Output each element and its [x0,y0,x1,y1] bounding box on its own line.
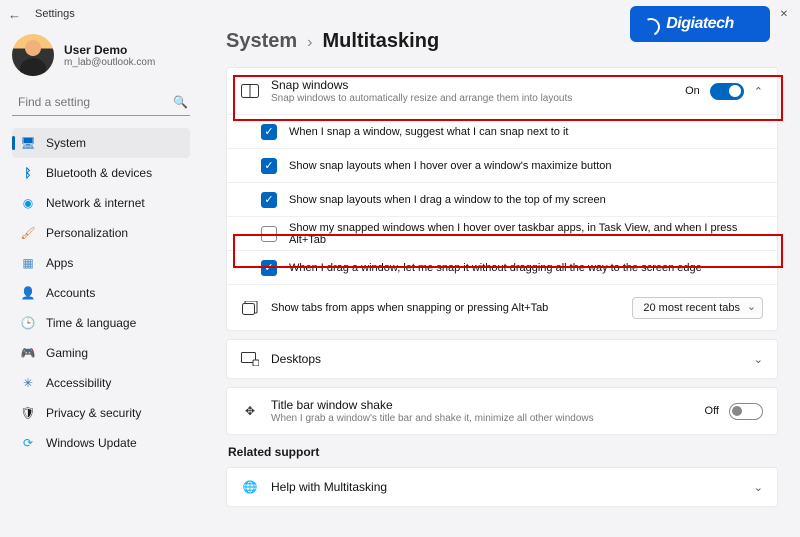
bluetooth-icon: ᛒ [20,165,36,181]
shake-desc: When I grab a window's title bar and sha… [271,413,693,424]
chevron-up-icon[interactable]: ⌃ [754,85,763,98]
window-title: Settings [35,8,75,20]
apps-icon: ▦ [20,255,36,271]
sidebar-item-accessibility[interactable]: ✳ Accessibility [12,368,190,398]
toggle-label: Off [705,405,719,417]
user-account-row[interactable]: User Demo m_lab@outlook.com [12,34,190,76]
cursor-icon: ✥ [241,402,259,420]
checkbox-icon[interactable]: ✓ [261,124,277,140]
desktops-card[interactable]: Desktops ⌄ [226,339,778,379]
help-label: Help with Multitasking [271,480,742,494]
update-icon: ⟳ [20,435,36,451]
back-button[interactable]: ← [8,7,21,22]
show-tabs-label: Show tabs from apps when snapping or pre… [271,302,620,314]
brand-watermark: Digiatech [630,6,770,42]
sidebar-item-bluetooth[interactable]: ᛒ Bluetooth & devices [12,158,190,188]
sidebar-item-label: Time & language [46,316,136,330]
sidebar-item-label: System [46,136,86,150]
sidebar-item-label: Accounts [46,286,95,300]
close-button[interactable]: ✕ [776,9,792,20]
option-label: Show snap layouts when I hover over a wi… [289,160,612,172]
avatar [12,34,54,76]
sidebar-item-update[interactable]: ⟳ Windows Update [12,428,190,458]
brush-icon: 🖌 [20,225,36,241]
page-title: Multitasking [322,30,439,53]
sidebar-item-label: Privacy & security [46,406,141,420]
help-card[interactable]: 🌐 Help with Multitasking ⌄ [226,467,778,507]
snap-toggle[interactable] [710,83,744,100]
option-label: Show snap layouts when I drag a window t… [289,194,606,206]
snap-option-row[interactable]: Show my snapped windows when I hover ove… [227,216,777,250]
toggle-label: On [685,85,700,97]
sidebar-item-label: Windows Update [46,436,137,450]
search-input[interactable] [18,95,173,109]
display-icon: 🖥 [20,135,36,151]
sidebar-item-label: Bluetooth & devices [46,166,152,180]
shake-card[interactable]: ✥ Title bar window shake When I grab a w… [226,387,778,435]
sidebar-item-time[interactable]: 🕒 Time & language [12,308,190,338]
search-icon: 🔍 [173,95,188,109]
search-field[interactable]: 🔍 [12,88,190,116]
globe-icon: 🌐 [241,478,259,496]
related-heading: Related support [228,445,778,459]
sidebar-item-label: Apps [46,256,73,270]
sidebar-item-gaming[interactable]: 🎮 Gaming [12,338,190,368]
chevron-down-icon[interactable]: ⌄ [754,353,763,366]
sidebar-item-label: Gaming [46,346,88,360]
snap-option-row[interactable]: ✓ When I snap a window, suggest what I c… [227,114,777,148]
tabs-icon [241,299,259,317]
option-label: When I drag a window, let me snap it wit… [289,262,702,274]
sidebar-item-accounts[interactable]: 👤 Accounts [12,278,190,308]
gamepad-icon: 🎮 [20,345,36,361]
snap-option-row[interactable]: ✓ Show snap layouts when I hover over a … [227,148,777,182]
user-name: User Demo [64,43,155,57]
sidebar-item-label: Accessibility [46,376,111,390]
wifi-icon: ◉ [20,195,36,211]
snap-option-row[interactable]: ✓ When I drag a window, let me snap it w… [227,250,777,284]
show-tabs-row[interactable]: Show tabs from apps when snapping or pre… [227,284,777,330]
sidebar: User Demo m_lab@outlook.com 🔍 🖥 System ᛒ… [0,28,198,537]
snap-windows-header[interactable]: Snap windows Snap windows to automatical… [227,68,777,114]
desktop-icon [241,350,259,368]
checkbox-icon[interactable]: ✓ [261,192,277,208]
checkbox-icon[interactable]: ✓ [261,260,277,276]
sidebar-item-label: Personalization [46,226,128,240]
tabs-dropdown[interactable]: 20 most recent tabs [632,297,763,319]
brand-name: Digiatech [666,15,734,33]
chevron-right-icon: › [307,34,312,52]
shake-title: Title bar window shake [271,398,693,412]
shake-toggle[interactable] [729,403,763,420]
sidebar-item-privacy[interactable]: 🛡 Privacy & security [12,398,190,428]
snap-title: Snap windows [271,78,673,92]
snap-windows-card: Snap windows Snap windows to automatical… [226,67,778,331]
snap-desc: Snap windows to automatically resize and… [271,93,673,104]
checkbox-icon[interactable] [261,226,277,242]
sidebar-item-personalization[interactable]: 🖌 Personalization [12,218,190,248]
option-label: Show my snapped windows when I hover ove… [289,222,763,246]
sidebar-item-system[interactable]: 🖥 System [12,128,190,158]
breadcrumb-parent[interactable]: System [226,30,297,53]
person-icon: 👤 [20,285,36,301]
user-email: m_lab@outlook.com [64,57,155,68]
option-label: When I snap a window, suggest what I can… [289,126,568,138]
shield-icon: 🛡 [20,405,36,421]
accessibility-icon: ✳ [20,375,36,391]
sidebar-item-apps[interactable]: ▦ Apps [12,248,190,278]
main-panel: System › Multitasking Snap windows Snap … [198,28,800,537]
snap-layout-icon [241,82,259,100]
checkbox-icon[interactable]: ✓ [261,158,277,174]
sidebar-item-label: Network & internet [46,196,145,210]
snap-option-row[interactable]: ✓ Show snap layouts when I drag a window… [227,182,777,216]
clock-icon: 🕒 [20,315,36,331]
desktops-label: Desktops [271,352,742,366]
chevron-down-icon[interactable]: ⌄ [754,481,763,494]
sidebar-item-network[interactable]: ◉ Network & internet [12,188,190,218]
